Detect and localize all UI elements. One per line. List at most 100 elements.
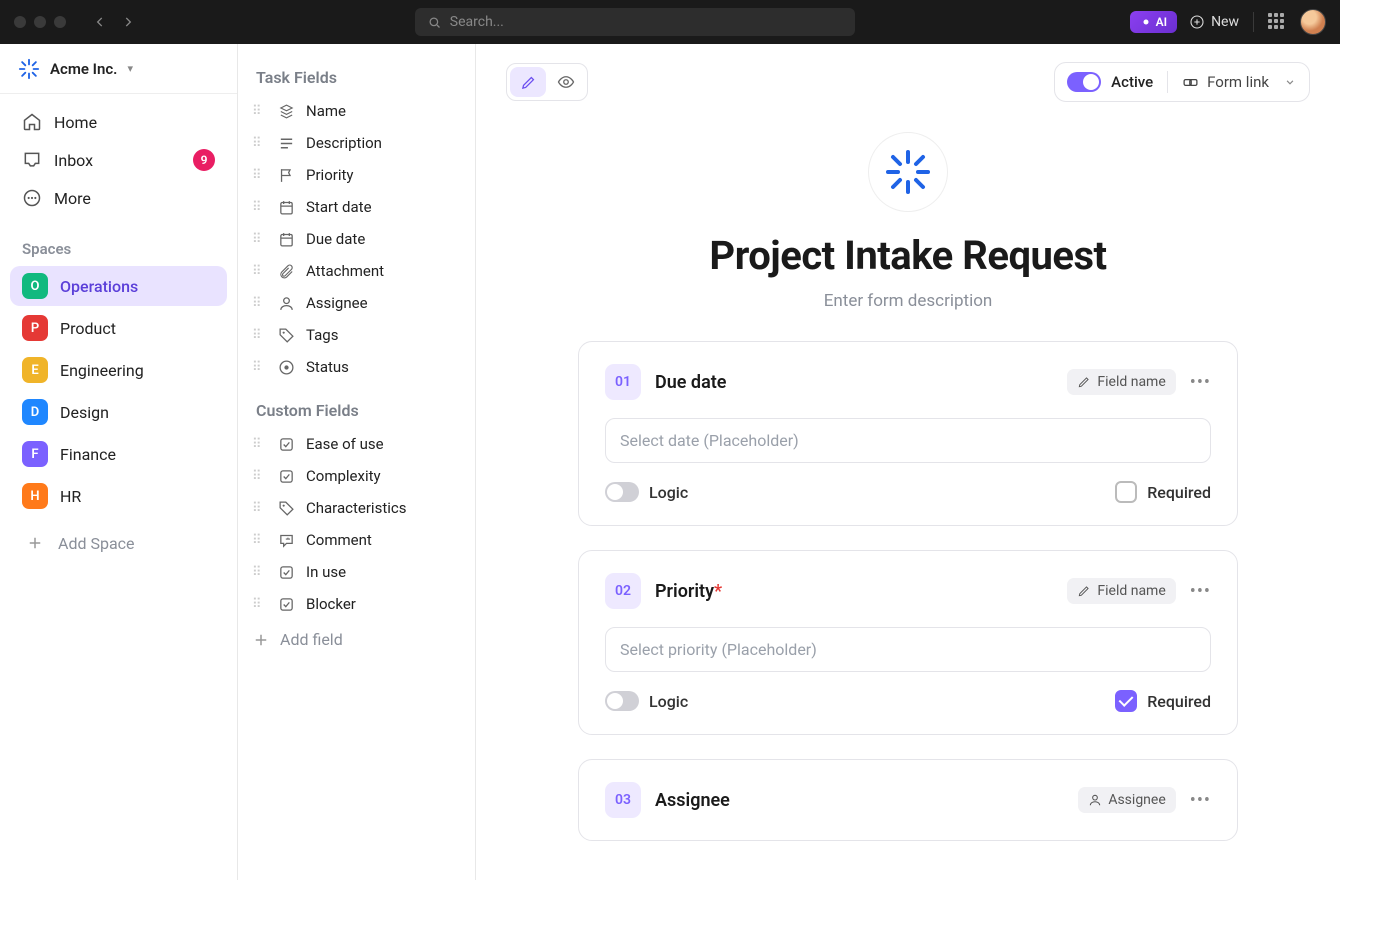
field-label: Complexity xyxy=(306,467,381,485)
drag-handle-icon[interactable]: ⠿ xyxy=(252,501,266,516)
search-placeholder: Search... xyxy=(450,14,504,30)
field-title: Assignee xyxy=(655,790,730,811)
drag-handle-icon[interactable]: ⠿ xyxy=(252,565,266,580)
drag-handle-icon[interactable]: ⠿ xyxy=(252,469,266,484)
drag-handle-icon[interactable]: ⠿ xyxy=(252,597,266,612)
field-chip[interactable]: Field name xyxy=(1067,369,1175,395)
drag-handle-icon[interactable]: ⠿ xyxy=(252,533,266,548)
field-comment[interactable]: ⠿ Comment xyxy=(238,524,475,556)
field-menu-button[interactable]: ••• xyxy=(1190,372,1211,393)
field-label: Comment xyxy=(306,531,372,549)
drag-handle-icon[interactable]: ⠿ xyxy=(252,168,266,183)
field-due-date[interactable]: ⠿Due date xyxy=(238,223,475,255)
new-button[interactable]: New xyxy=(1189,14,1239,30)
field-assignee[interactable]: ⠿Assignee xyxy=(238,287,475,319)
form-field-card[interactable]: 02 Priority* Field name ••• Select prior… xyxy=(578,550,1238,735)
form-description-placeholder[interactable]: Enter form description xyxy=(506,291,1310,311)
titlebar: Search... AI New xyxy=(0,0,1340,44)
drag-handle-icon[interactable]: ⠿ xyxy=(252,136,266,151)
drag-handle-icon[interactable]: ⠿ xyxy=(252,437,266,452)
preview-mode-button[interactable] xyxy=(548,67,584,97)
form-field-card[interactable]: 01 Due date Field name ••• Select date (… xyxy=(578,341,1238,526)
space-badge: D xyxy=(22,399,48,425)
person-icon xyxy=(276,293,296,313)
add-space-button[interactable]: Add Space xyxy=(10,522,227,564)
active-toggle[interactable] xyxy=(1067,72,1101,92)
field-status[interactable]: ⠿Status xyxy=(238,351,475,383)
plus-icon xyxy=(24,532,46,554)
drag-handle-icon[interactable]: ⠿ xyxy=(252,200,266,215)
check-sq-icon xyxy=(276,466,296,486)
field-label: Attachment xyxy=(306,262,384,280)
user-avatar[interactable] xyxy=(1300,9,1326,35)
field-placeholder-input[interactable]: Select date (Placeholder) xyxy=(605,418,1211,463)
workspace-switcher[interactable]: Acme Inc. ▾ xyxy=(0,44,237,94)
field-tags[interactable]: ⠿Tags xyxy=(238,319,475,351)
field-name[interactable]: ⠿Name xyxy=(238,95,475,127)
logic-toggle[interactable] xyxy=(605,691,639,711)
window-controls[interactable] xyxy=(14,16,66,28)
field-blocker[interactable]: ⠿Blocker xyxy=(238,588,475,620)
primary-sidebar: Acme Inc. ▾ Home Inbox 9 More Spaces OOp… xyxy=(0,44,238,880)
drag-handle-icon[interactable]: ⠿ xyxy=(252,264,266,279)
nav-more[interactable]: More xyxy=(12,180,225,216)
add-field-button[interactable]: Add field xyxy=(238,620,475,659)
nav-back-button[interactable] xyxy=(88,10,112,34)
global-search[interactable]: Search... xyxy=(415,8,855,36)
nav-home[interactable]: Home xyxy=(12,104,225,140)
plus-icon xyxy=(252,631,270,649)
field-in-use[interactable]: ⠿In use xyxy=(238,556,475,588)
field-description[interactable]: ⠿Description xyxy=(238,127,475,159)
space-item-product[interactable]: PProduct xyxy=(10,308,227,348)
field-title: Due date xyxy=(655,372,726,393)
drag-handle-icon[interactable]: ⠿ xyxy=(252,296,266,311)
required-checkbox[interactable] xyxy=(1115,481,1137,503)
required-checkbox[interactable] xyxy=(1115,690,1137,712)
logic-toggle[interactable] xyxy=(605,482,639,502)
drag-handle-icon[interactable]: ⠿ xyxy=(252,328,266,343)
nav-inbox[interactable]: Inbox 9 xyxy=(12,142,225,178)
space-badge: E xyxy=(22,357,48,383)
edit-mode-button[interactable] xyxy=(510,67,546,97)
form-link-button[interactable]: Form link xyxy=(1182,73,1269,91)
space-item-hr[interactable]: HHR xyxy=(10,476,227,516)
form-link-menu[interactable] xyxy=(1283,75,1297,89)
field-placeholder-input[interactable]: Select priority (Placeholder) xyxy=(605,627,1211,672)
mode-toggle xyxy=(506,63,588,101)
inbox-badge: 9 xyxy=(193,149,215,171)
nav-forward-button[interactable] xyxy=(116,10,140,34)
plus-circle-icon xyxy=(1189,14,1205,30)
space-label: Operations xyxy=(60,277,138,296)
space-item-design[interactable]: DDesign xyxy=(10,392,227,432)
field-menu-button[interactable]: ••• xyxy=(1190,581,1211,602)
drag-handle-icon[interactable]: ⠿ xyxy=(252,104,266,119)
apps-grid-icon[interactable] xyxy=(1268,13,1286,31)
spaces-header: Spaces xyxy=(0,226,237,264)
field-complexity[interactable]: ⠿ Complexity xyxy=(238,460,475,492)
space-item-engineering[interactable]: EEngineering xyxy=(10,350,227,390)
field-chip[interactable]: Assignee xyxy=(1078,787,1175,813)
field-priority[interactable]: ⠿Priority xyxy=(238,159,475,191)
circle-dot-icon xyxy=(276,357,296,377)
field-ease-of-use[interactable]: ⠿Ease of use xyxy=(238,428,475,460)
clip-icon xyxy=(276,261,296,281)
space-item-finance[interactable]: FFinance xyxy=(10,434,227,474)
drag-handle-icon[interactable]: ⠿ xyxy=(252,232,266,247)
calendar-icon xyxy=(276,197,296,217)
form-field-card[interactable]: 03 Assignee Assignee ••• xyxy=(578,759,1238,841)
drag-handle-icon[interactable]: ⠿ xyxy=(252,360,266,375)
field-characteristics[interactable]: ⠿Characteristics xyxy=(238,492,475,524)
logic-label: Logic xyxy=(649,692,688,711)
field-start-date[interactable]: ⠿Start date xyxy=(238,191,475,223)
form-title[interactable]: Project Intake Request xyxy=(506,232,1310,279)
form-icon[interactable] xyxy=(868,132,948,212)
ai-button[interactable]: AI xyxy=(1130,11,1177,33)
field-attachment[interactable]: ⠿ Attachment xyxy=(238,255,475,287)
space-item-operations[interactable]: OOperations xyxy=(10,266,227,306)
field-menu-button[interactable]: ••• xyxy=(1190,790,1211,811)
check-sq-icon xyxy=(276,562,296,582)
custom-fields-header: Custom Fields xyxy=(238,393,475,428)
calendar-icon xyxy=(276,229,296,249)
home-icon xyxy=(22,112,42,132)
field-chip[interactable]: Field name xyxy=(1067,578,1175,604)
